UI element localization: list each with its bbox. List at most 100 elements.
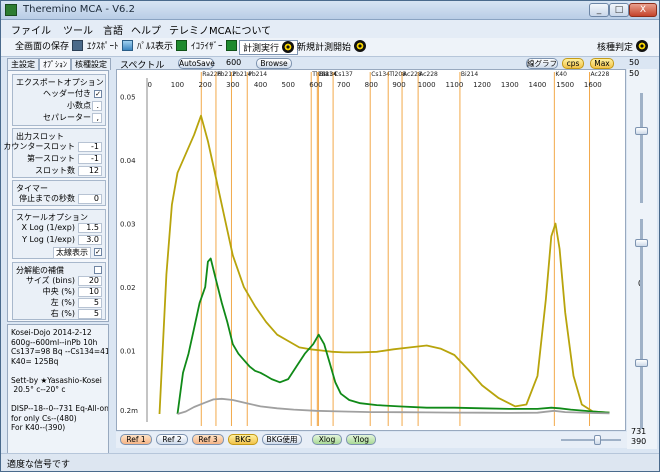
pulse-display-label: ﾊﾟﾙｽ表示 (137, 42, 174, 52)
cps-button[interactable]: cps (562, 58, 584, 69)
with-header-label: ヘッダー付き (43, 89, 91, 98)
y-offset-slider[interactable] (635, 239, 648, 247)
isotope-label: Ac228 (591, 71, 610, 78)
first-slot-label: 第一スロット (27, 154, 75, 163)
options-panel: エクスポートオプション ヘッダー付き ✓ 小数点 . セパレーター , 出力スロ… (3, 70, 109, 322)
separator-input[interactable]: , (92, 113, 102, 123)
y-tick-label: 0.2m (120, 407, 138, 415)
resolution-checkbox[interactable] (94, 266, 102, 274)
x-tick-label: 1200 (473, 81, 491, 89)
new-run-label: 新規計測開始 (297, 43, 352, 53)
new-run-button[interactable]: 新規計測開始 (297, 40, 367, 55)
close-button[interactable]: X (629, 3, 657, 17)
app-window: Theremino MCA - V6.2 _ □ X ファイル ツール 言語 ヘ… (0, 0, 660, 472)
autosave-button[interactable]: AutoSave (178, 58, 215, 69)
x-tick-label: 0 (148, 81, 152, 89)
menu-language[interactable]: 言語 (103, 22, 123, 37)
window-title: Theremino MCA - V6.2 (23, 4, 135, 15)
with-header-row: ヘッダー付き ✓ (13, 89, 105, 99)
spectrum-series-line (158, 114, 610, 415)
xlog-input[interactable]: 1.5 (78, 223, 102, 233)
ylog-button[interactable]: Ylog (346, 434, 376, 445)
stop-seconds-input[interactable]: 0 (78, 194, 102, 204)
line-graph-button[interactable]: 線グラフ (526, 58, 558, 69)
counter-slot-row: カウンタースロット -1 (3, 142, 105, 152)
slot-count-input[interactable]: 12 (78, 166, 102, 176)
tab-main-settings[interactable]: 主設定 (7, 58, 39, 70)
ref2-button[interactable]: Ref 2 (156, 434, 188, 445)
spectrum-plot[interactable]: Ra226 Pb212 Pb214 Pb214 Tl208 Bi214 Cs134 Cs137… (116, 69, 626, 431)
menu-tools[interactable]: ツール (63, 22, 93, 37)
output-slots-header: 出力スロット (16, 132, 64, 141)
center-input[interactable]: 10 (78, 287, 102, 297)
menu-bar: ファイル ツール 言語 ヘルプ テレミノMCAについて (1, 20, 659, 38)
menu-help[interactable]: ヘルプ (131, 22, 161, 37)
left-input[interactable]: 5 (78, 298, 102, 308)
size-label: サイズ (bins) (25, 276, 75, 285)
menu-file[interactable]: ファイル (11, 22, 51, 37)
x-tick-label: 200 (198, 81, 211, 89)
right-slider-strip: 50 0 731 390 (627, 69, 657, 449)
x-tick-label: 300 (226, 81, 239, 89)
decimal-input[interactable]: . (92, 101, 102, 111)
export-button[interactable]: ｴｸｽﾎﾟｰﾄ (87, 40, 133, 55)
tab-nuclide-settings[interactable]: 核種設定 (71, 58, 111, 70)
x-tick-label: 1100 (445, 81, 463, 89)
xlog-label: X Log (1/exp) (21, 223, 75, 232)
equalizer-button[interactable]: ｲｺﾗｲｻﾞｰ (191, 40, 237, 55)
xlog-button[interactable]: Xlog (312, 434, 342, 445)
center-label: 中央 (%) (42, 287, 75, 296)
export-options-header: エクスポートオプション (16, 78, 104, 87)
bold-checkbox[interactable]: ✓ (94, 248, 102, 256)
decimal-label: 小数点 (67, 101, 91, 110)
autosave-value[interactable]: 600 (226, 58, 241, 67)
counter-slot-input[interactable]: -1 (78, 142, 102, 152)
run-button[interactable]: 計測実行 (239, 40, 299, 55)
spectrum-chart: Ra226Pb212Pb214Pb214 Tl208Bi214Cs134Cs137… (120, 71, 610, 426)
status-text: 適度な信号です (7, 460, 71, 470)
notes-textarea[interactable]: Kosei-Dojo 2014-2-12 600g--600ml--inPb 1… (7, 324, 109, 454)
y-scale-value: 50 (629, 69, 640, 78)
y-tick-label: 0.01 (120, 348, 136, 356)
full-save-button[interactable]: 全画面の保存 (15, 40, 84, 55)
right-input[interactable]: 5 (78, 309, 102, 319)
radiation-icon (354, 40, 367, 52)
ylog-input[interactable]: 3.0 (78, 235, 102, 245)
resolution-group: 分解能の補償 サイズ (bins) 20 中央 (%) 10 左 (%) 5 右… (12, 262, 106, 320)
nuclide-id-button[interactable]: 核種判定 (597, 40, 649, 55)
x-tick-label: 100 (171, 81, 184, 89)
ref3-button[interactable]: Ref 3 (192, 434, 224, 445)
y-scale-track (640, 93, 643, 203)
title-bar: Theremino MCA - V6.2 _ □ X (1, 1, 659, 20)
browse-button[interactable]: Browse (256, 58, 292, 69)
x-tick-label: 1000 (418, 81, 436, 89)
bkg-button[interactable]: BKG (228, 434, 258, 445)
bold-label: 太線表示 (53, 247, 91, 259)
counter-slot-label: カウンタースロット (3, 142, 75, 151)
x-range-slider[interactable] (635, 359, 648, 367)
bkg-use-button[interactable]: BKG使用 (262, 434, 302, 445)
y-scale-slider[interactable] (635, 127, 648, 135)
xlog-row: X Log (1/exp) 1.5 (13, 223, 105, 233)
menu-about[interactable]: テレミノMCAについて (169, 22, 271, 37)
first-slot-input[interactable]: -1 (78, 154, 102, 164)
maximize-button[interactable]: □ (609, 3, 629, 17)
x-tick-label: 500 (282, 81, 295, 89)
with-header-checkbox[interactable]: ✓ (94, 90, 102, 98)
reference-bar: Ref 1 Ref 2 Ref 3 BKG BKG使用 Xlog Ylog (116, 432, 627, 448)
center-row: 中央 (%) 10 (13, 287, 105, 297)
minimize-button[interactable]: _ (589, 3, 609, 17)
timer-header: タイマー (16, 184, 48, 193)
y-tick-label: 0.05 (120, 94, 136, 102)
x-tick-label: 1300 (501, 81, 519, 89)
x-tick-label: 800 (365, 81, 378, 89)
equalizer-label: ｲｺﾗｲｻﾞｰ (191, 42, 223, 52)
size-input[interactable]: 20 (78, 276, 102, 286)
horizontal-slider[interactable] (594, 435, 601, 445)
pulse-display-button[interactable]: ﾊﾟﾙｽ表示 (137, 40, 188, 55)
max-button[interactable]: Max (590, 58, 614, 69)
ylog-label: Y Log (1/exp) (22, 235, 75, 244)
isotope-label: Cs134 (371, 71, 390, 78)
ref1-button[interactable]: Ref 1 (120, 434, 152, 445)
size-row: サイズ (bins) 20 (13, 276, 105, 286)
